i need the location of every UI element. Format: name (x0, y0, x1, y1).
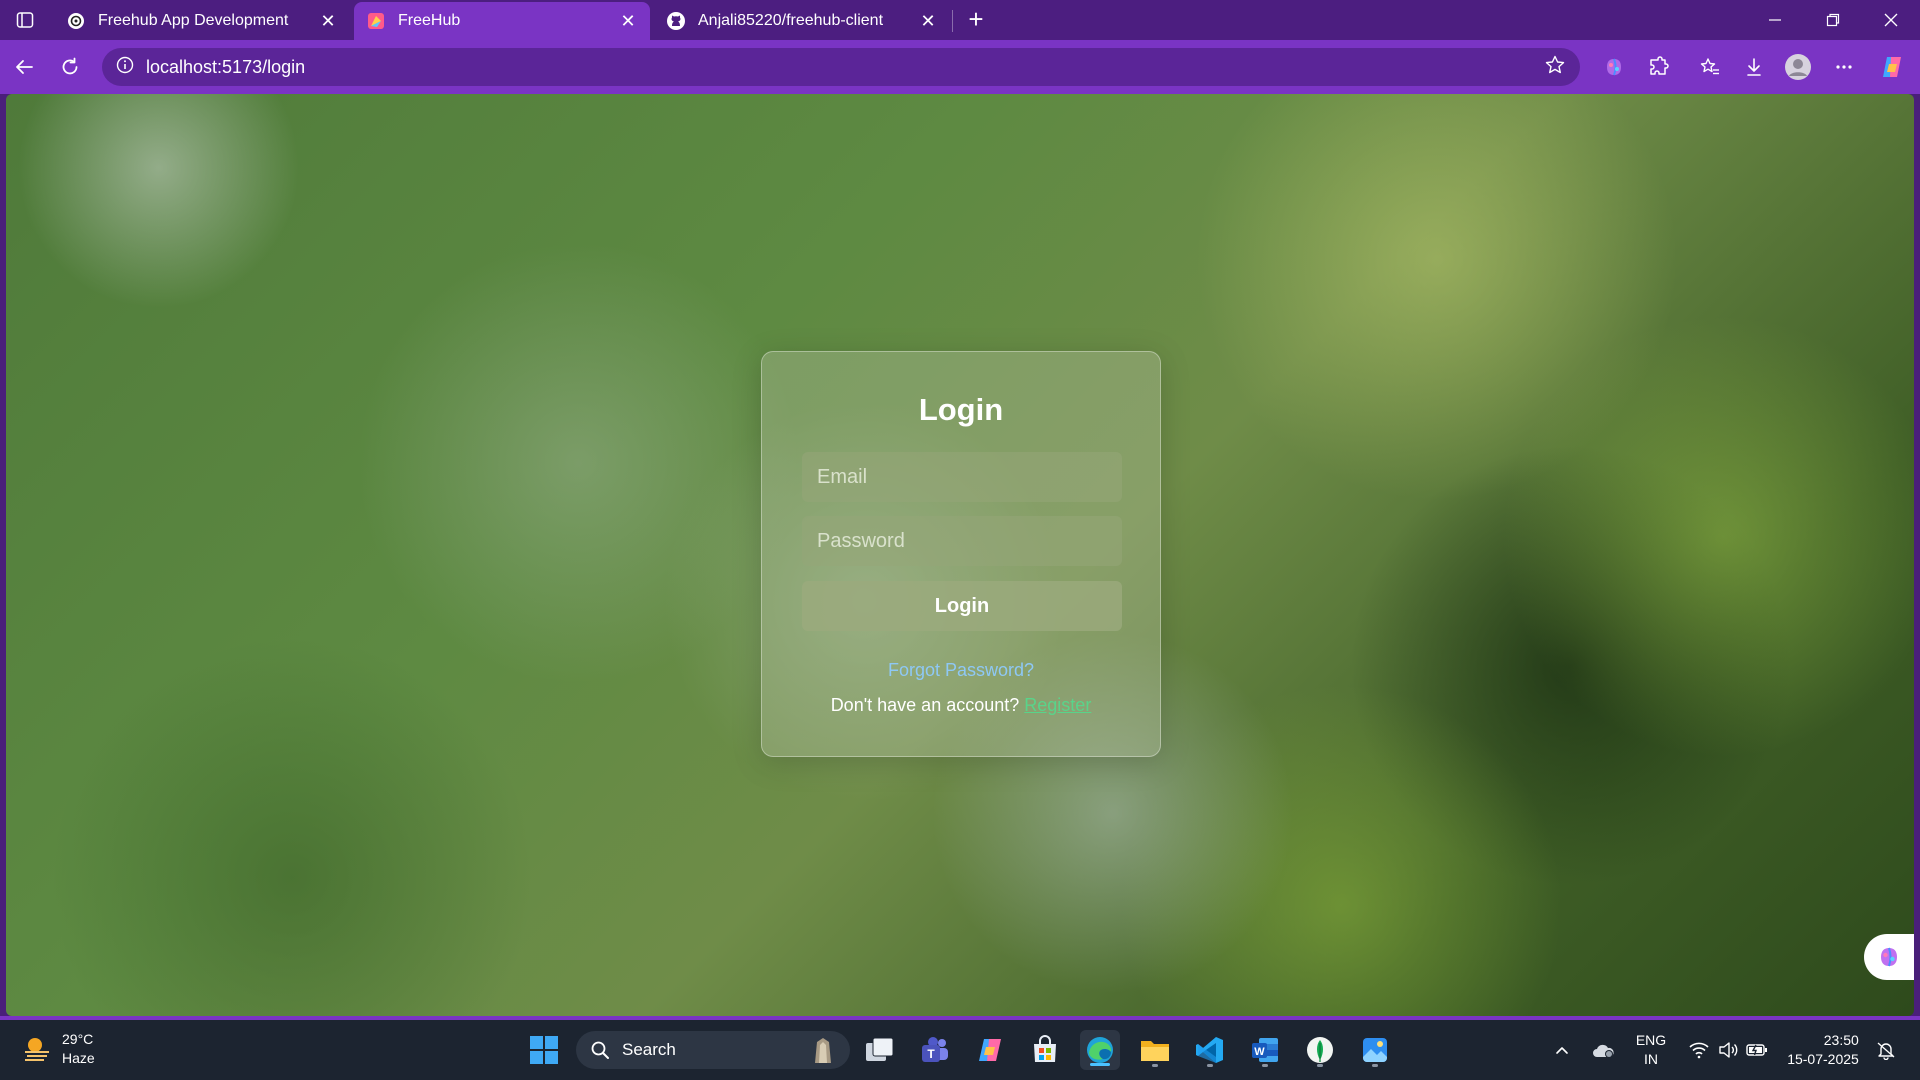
login-button[interactable]: Login (802, 581, 1122, 631)
more-options-icon[interactable] (1828, 51, 1860, 83)
register-link[interactable]: Register (1024, 695, 1091, 715)
file-explorer-icon[interactable] (1135, 1030, 1175, 1070)
github-icon (666, 11, 686, 31)
vscode-icon[interactable] (1190, 1030, 1230, 1070)
close-window-icon[interactable] (1862, 0, 1920, 40)
tab-freehub-client-repo[interactable]: Anjali85220/freehub-client ✕ (654, 2, 950, 40)
tab-freehub[interactable]: FreeHub ✕ (354, 2, 650, 40)
refresh-icon[interactable] (54, 51, 86, 83)
login-title: Login (918, 392, 1004, 427)
language-indicator[interactable]: ENG IN (1628, 1020, 1674, 1080)
address-bar[interactable]: localhost:5173/login (102, 48, 1580, 86)
start-windows-icon[interactable] (524, 1030, 564, 1070)
search-highlight-icon (815, 1038, 831, 1063)
tab-freehub-app-development[interactable]: Freehub App Development ✕ (54, 2, 350, 40)
new-tab-icon[interactable]: + (962, 6, 990, 34)
tab-actions-icon[interactable] (10, 8, 40, 32)
register-prompt: Don't have an account? Register (762, 695, 1160, 716)
microsoft-store-icon[interactable] (1025, 1030, 1065, 1070)
tab-label: Freehub App Development (98, 12, 289, 29)
running-indicator (1207, 1064, 1213, 1067)
wifi-icon[interactable] (1684, 1020, 1714, 1080)
tab-label: Anjali85220/freehub-client (698, 12, 884, 29)
word-icon[interactable]: W (1245, 1030, 1285, 1070)
email-field[interactable] (802, 452, 1122, 502)
volume-icon[interactable] (1714, 1020, 1742, 1080)
language-region: IN (1644, 1051, 1658, 1067)
password-field[interactable] (802, 516, 1122, 566)
freehub-icon (366, 11, 386, 31)
taskbar-search[interactable]: Search (576, 1031, 850, 1069)
forgot-password-link[interactable]: Forgot Password? (762, 660, 1160, 681)
search-label: Search (622, 1040, 676, 1059)
clock-time: 23:50 (1823, 1032, 1859, 1048)
close-tab-icon[interactable]: ✕ (318, 11, 338, 31)
weather-temperature: 29°C (62, 1031, 94, 1047)
active-indicator (1090, 1063, 1110, 1066)
svg-text:W: W (1254, 1046, 1265, 1058)
favorite-star-icon[interactable] (1544, 54, 1566, 81)
running-indicator (1152, 1064, 1158, 1067)
haze-sun-icon (25, 1038, 49, 1061)
page-viewport: Login Login Forgot Password? Don't have … (6, 94, 1914, 1016)
notification-bell-icon[interactable] (1872, 1020, 1900, 1080)
edge-browser-icon[interactable] (1080, 1030, 1120, 1070)
downloads-icon[interactable] (1738, 51, 1770, 83)
copilot-app-icon[interactable] (970, 1030, 1010, 1070)
minimize-icon[interactable] (1746, 0, 1804, 40)
register-prompt-text: Don't have an account? (830, 695, 1020, 715)
running-indicator (1317, 1064, 1323, 1067)
tab-separator (952, 10, 953, 32)
back-icon[interactable] (8, 51, 40, 83)
onedrive-icon[interactable] (1586, 1020, 1620, 1080)
favorites-icon[interactable] (1694, 51, 1726, 83)
battery-charging-icon[interactable] (1742, 1020, 1772, 1080)
show-hidden-icons-chevron-icon[interactable] (1548, 1020, 1576, 1080)
language-code: ENG (1635, 1032, 1667, 1048)
running-indicator (1262, 1064, 1268, 1067)
clock[interactable]: 23:50 15-07-2025 (1784, 1020, 1862, 1080)
close-tab-icon[interactable]: ✕ (618, 11, 638, 31)
navigation-bar: localhost:5173/login (0, 40, 1920, 94)
restore-icon[interactable] (1804, 0, 1862, 40)
login-card: Login Login Forgot Password? Don't have … (761, 351, 1161, 757)
tab-label: FreeHub (398, 12, 461, 29)
site-info-icon[interactable] (116, 56, 134, 79)
photos-icon[interactable] (1355, 1030, 1395, 1070)
weather-condition: Haze (62, 1050, 95, 1066)
weather-widget[interactable]: 29°C Haze (22, 1030, 95, 1068)
tab-strip: Freehub App Development ✕ FreeHub ✕ Anja… (0, 0, 1920, 40)
teams-icon[interactable]: T (915, 1030, 955, 1070)
running-indicator (1372, 1064, 1378, 1067)
mongodb-compass-icon[interactable] (1300, 1030, 1340, 1070)
url-text[interactable]: localhost:5173/login (146, 57, 1544, 78)
copilot-sidebar-button[interactable] (1864, 934, 1914, 980)
chatgpt-icon (66, 11, 86, 31)
copilot-brain-icon (1881, 947, 1897, 967)
search-icon (591, 1041, 609, 1059)
svg-text:T: T (927, 1047, 935, 1061)
profile-avatar-icon[interactable] (1782, 51, 1814, 83)
taskbar: 29°C Haze Search T W ENG IN 23:50 15-07-… (0, 1020, 1920, 1080)
close-tab-icon[interactable]: ✕ (918, 11, 938, 31)
task-view-icon[interactable] (860, 1030, 900, 1070)
copilot-icon[interactable] (1876, 51, 1908, 83)
copilot-extension-icon[interactable] (1598, 51, 1630, 83)
extensions-icon[interactable] (1642, 51, 1674, 83)
clock-date: 15-07-2025 (1787, 1051, 1859, 1067)
